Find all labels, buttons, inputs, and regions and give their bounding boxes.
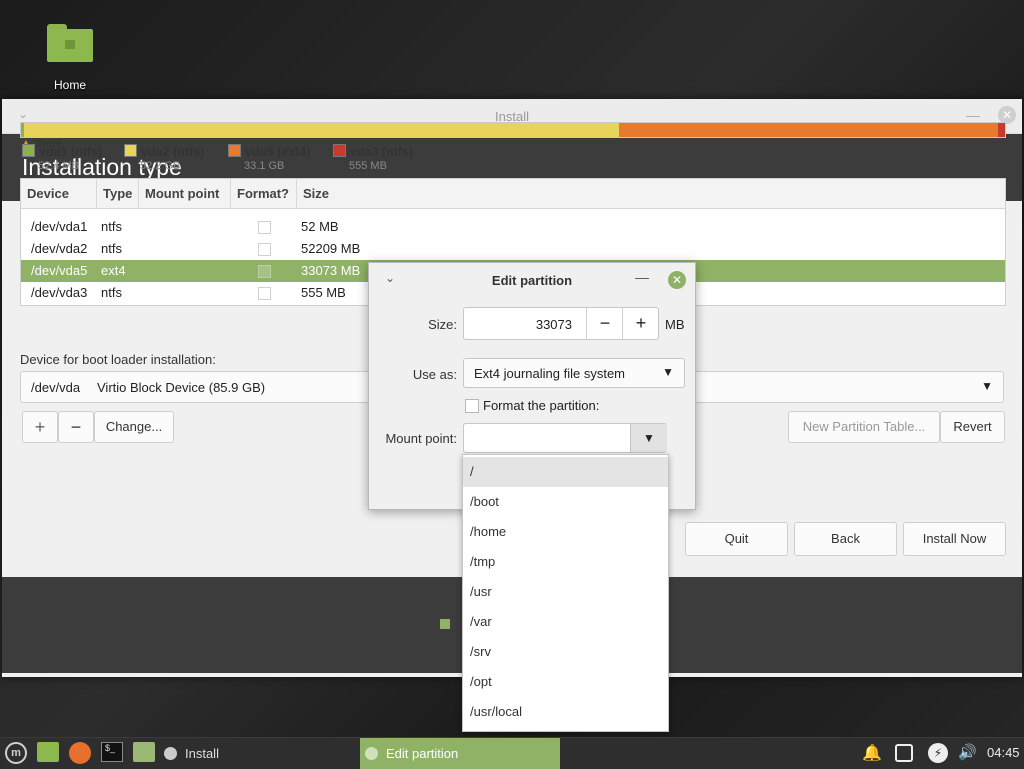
folder-icon [47,24,93,62]
task-install[interactable]: Install [160,738,356,769]
column-header-device[interactable]: Device [21,179,97,208]
column-header-type[interactable]: Type [97,179,139,208]
revert-button[interactable]: Revert [940,411,1005,443]
format-checkbox[interactable] [258,221,271,234]
disc-icon [365,747,378,760]
mount-option[interactable]: /var [463,607,668,637]
mount-option[interactable]: /home [463,517,668,547]
change-partition-button[interactable]: Change... [94,411,174,443]
boot-device-description: Virtio Block Device (85.9 GB) [97,380,266,395]
legend-vda3: vda3 (ntfs) 555 MB [333,144,413,172]
size-decrement-button[interactable]: − [586,308,623,339]
add-partition-button[interactable]: + [22,411,58,443]
volume-icon[interactable]: 🔊 [958,743,977,761]
format-checkbox[interactable] [258,243,271,256]
dialog-close-icon[interactable]: ✕ [668,271,686,289]
mount-option[interactable]: / [463,457,668,487]
taskbar: m $_ Install Edit partition 🔔 ⚡ 🔊 04:45 [0,737,1024,769]
minimize-icon[interactable]: — [966,107,980,123]
menu-icon[interactable]: m [5,742,27,764]
window-list-icon[interactable] [895,744,913,762]
files-icon[interactable] [37,742,59,762]
dropdown-arrow-icon: ▼ [981,379,993,393]
progress-dot [440,619,450,629]
notifications-bell-icon[interactable]: 🔔 [862,743,882,763]
partition-bar-vda5 [619,123,998,137]
mount-point-dropdown-button[interactable]: ▼ [630,424,667,452]
mount-point-combo[interactable]: ▼ [463,423,667,453]
firefox-icon[interactable] [69,742,91,764]
power-icon[interactable]: ⚡ [928,743,948,763]
back-button[interactable]: Back [794,522,897,556]
column-header-size[interactable]: Size [297,179,1005,208]
mount-option[interactable]: /usr [463,577,668,607]
partition-bar-vda3 [998,123,1005,137]
mount-option[interactable]: /srv [463,637,668,667]
disc-icon [164,747,177,760]
partition-bar-vda2 [24,123,619,137]
dropdown-arrow-icon: ▼ [662,365,674,379]
size-label: Size: [428,317,457,332]
use-as-select[interactable]: Ext4 journaling file system ▼ [463,358,685,388]
size-input[interactable]: 33073 [464,317,572,332]
mount-option[interactable]: /tmp [463,547,668,577]
mount-option[interactable]: /boot [463,487,668,517]
clock[interactable]: 04:45 [987,745,1020,760]
legend-swatch [124,144,137,157]
legend-vda5: vda5 (ext4) 33.1 GB [228,144,310,172]
legend-vda2: vda2 (ntfs) 52.2 GB [124,144,204,172]
partition-bar [20,122,1006,138]
dialog-titlebar[interactable]: ⌄ Edit partition — ✕ [369,263,695,297]
mount-point-dropdown-list: / /boot /home /tmp /usr /var /srv /opt /… [462,454,669,732]
quit-button[interactable]: Quit [685,522,788,556]
mount-option[interactable]: /usr/local [463,697,668,727]
terminal-icon[interactable]: $_ [101,742,123,762]
desktop-home-label: Home [53,78,86,92]
folder-icon[interactable] [133,742,155,762]
table-header: Device Type Mount point Format? Size [21,179,1005,209]
column-header-format[interactable]: Format? [231,179,297,208]
format-partition-checkbox[interactable] [465,399,479,413]
format-checkbox[interactable] [258,265,271,278]
boot-loader-label: Device for boot loader installation: [20,352,216,367]
table-row[interactable]: /dev/vda2 ntfs 52209 MB [21,238,1005,260]
legend-swatch [333,144,346,157]
dialog-minimize-icon[interactable]: — [635,269,649,285]
format-checkbox[interactable] [258,287,271,300]
boot-device: /dev/vda [31,380,81,395]
column-header-mount-point[interactable]: Mount point [139,179,231,208]
legend-swatch [22,144,35,157]
legend-vda1: vda1 (ntfs) 52.4 MB [22,144,102,172]
remove-partition-button[interactable]: − [58,411,94,443]
mount-option[interactable]: /opt [463,667,668,697]
desktop-home-icon[interactable]: Home [38,24,102,96]
size-increment-button[interactable]: + [622,308,659,339]
format-partition-label: Format the partition: [483,398,600,413]
table-row[interactable]: /dev/vda1 ntfs 52 MB [21,216,1005,238]
use-as-label: Use as: [412,367,457,382]
legend-swatch [228,144,241,157]
task-edit-partition[interactable]: Edit partition [360,738,560,769]
size-stepper: 33073 − + [463,307,659,340]
size-unit: MB [665,317,685,332]
new-partition-table-button[interactable]: New Partition Table... [788,411,940,443]
install-now-button[interactable]: Install Now [903,522,1006,556]
mount-point-label: Mount point: [385,431,457,446]
